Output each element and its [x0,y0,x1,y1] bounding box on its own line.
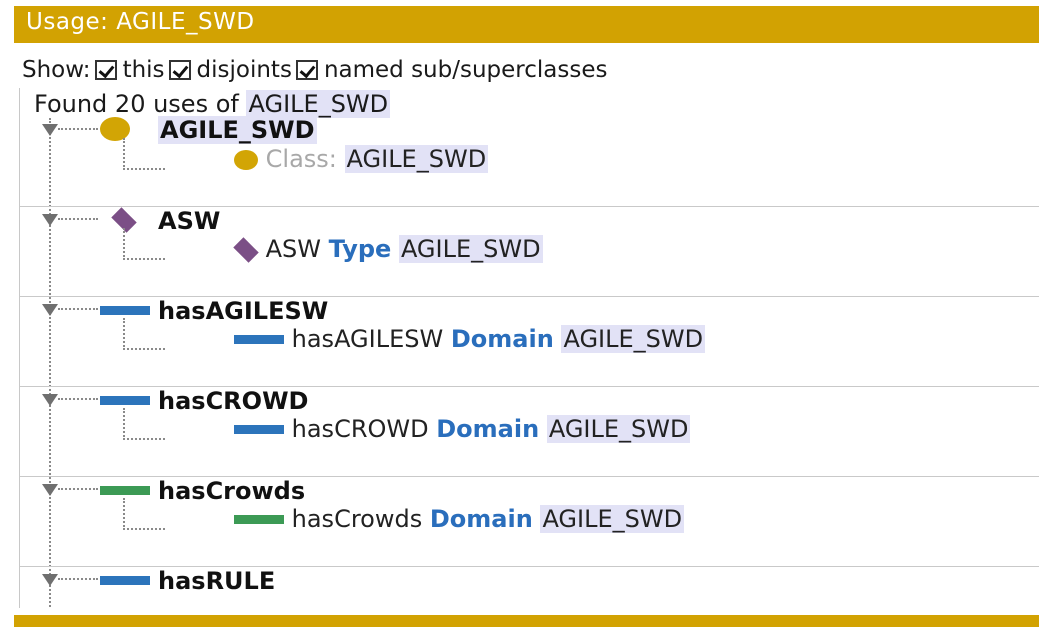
tree-connector [58,398,98,400]
tree-child-connector [123,138,165,170]
tree-node-title[interactable]: hasCROWD [158,387,308,415]
usage-subject: ASW [265,235,322,263]
tree-child-connector [123,318,165,350]
object-property-icon [100,576,150,585]
expand-arrow-icon[interactable] [42,304,58,316]
usage-object: AGILE_SWD [546,415,691,443]
tree-connector [58,578,98,580]
usage-title: Usage: AGILE_SWD [26,9,255,35]
object-property-icon [100,396,150,405]
class-keyword: Class: [265,145,337,173]
object-property-icon [100,306,150,315]
expand-arrow-icon[interactable] [42,124,58,136]
usage-object: AGILE_SWD [561,325,706,353]
class-circle-icon [234,150,258,170]
usage-subject: hasCROWD [291,415,429,443]
expand-arrow-icon[interactable] [42,484,58,496]
tree-child-row[interactable]: Class: AGILE_SWD [234,145,489,173]
checkbox-disjoints[interactable] [168,60,191,80]
usage-keyword: Domain [436,415,540,443]
found-summary: Found 20 uses of AGILE_SWD [34,90,391,118]
show-label: Show: [22,57,91,83]
usage-tree-panel: Found 20 uses of AGILE_SWD AGILE_SWD Cla… [19,88,1039,608]
tree-connector [58,128,98,130]
tree-node-title[interactable]: hasRULE [158,567,275,595]
object-property-icon [234,334,284,344]
bottom-accent-bar [14,615,1039,627]
tree-child-connector [123,228,165,260]
tree-connector [58,488,98,490]
show-options-row: Show: this disjoints named sub/superclas… [22,53,607,87]
usage-object: AGILE_SWD [398,235,543,263]
tree-child-connector [123,408,165,440]
usage-subject: hasAGILESW [291,325,444,353]
tree-child-row[interactable]: hasAGILESW Domain AGILE_SWD [234,325,706,353]
checkbox-named-sub-superclasses-label: named sub/superclasses [323,57,608,83]
usage-title-bar: Usage: AGILE_SWD [14,6,1039,43]
tree-node-title[interactable]: ASW [158,207,220,235]
checkbox-named-sub-superclasses[interactable] [295,60,318,80]
found-prefix: Found 20 uses of [34,90,239,118]
tree-child-row[interactable]: ASW Type AGILE_SWD [233,235,543,263]
checkbox-this-label: this [122,57,165,83]
individual-diamond-icon [233,237,259,263]
usage-object: AGILE_SWD [344,145,489,173]
tree-connector [58,308,98,310]
tree-child-row[interactable]: hasCROWD Domain AGILE_SWD [234,415,691,443]
tree-connector [58,218,98,220]
tree-node-title[interactable]: hasCrowds [158,477,305,505]
tree-node-title[interactable]: hasAGILESW [158,297,328,325]
usage-object: AGILE_SWD [540,505,685,533]
expand-arrow-icon[interactable] [42,574,58,586]
tree-node-title[interactable]: AGILE_SWD [158,116,317,144]
checkbox-disjoints-label: disjoints [196,57,292,83]
checkbox-this[interactable] [94,60,117,80]
usage-subject: hasCrowds [291,505,423,533]
usage-keyword: Domain [429,505,533,533]
data-property-icon [234,514,284,524]
tree-child-connector [123,498,165,530]
tree-root-guide [49,118,51,608]
data-property-icon [100,486,150,495]
usage-keyword: Type [328,235,392,263]
found-entity: AGILE_SWD [246,90,391,118]
usage-keyword: Domain [450,325,554,353]
expand-arrow-icon[interactable] [42,214,58,226]
tree-child-row[interactable]: hasCrowds Domain AGILE_SWD [234,505,685,533]
object-property-icon [234,424,284,434]
expand-arrow-icon[interactable] [42,394,58,406]
